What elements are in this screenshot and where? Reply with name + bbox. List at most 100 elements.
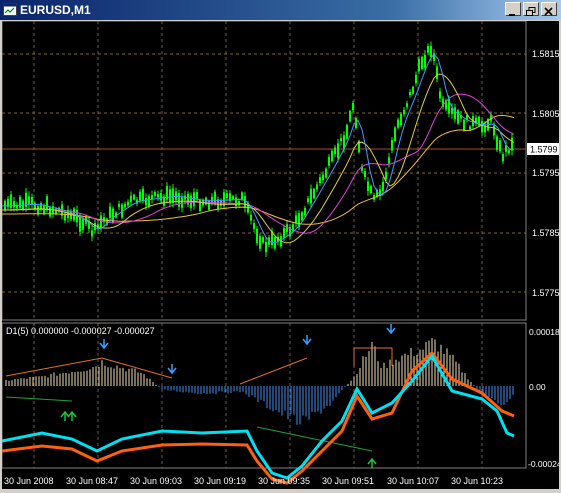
candle-body (496, 136, 498, 151)
candle-body (310, 188, 312, 204)
candle-body (295, 215, 297, 223)
candle-body (388, 157, 390, 164)
candle-body (151, 195, 153, 200)
candle-body (142, 188, 144, 201)
candle-body (127, 201, 129, 206)
chart-area[interactable]: 1.5815 1.5805 1.5795 1.5785 1.5775 1.579… (1, 20, 561, 489)
candle-body (322, 174, 324, 181)
candle-body (463, 119, 465, 131)
time-label: 30 Jun 09:19 (194, 476, 246, 486)
close-button[interactable] (541, 2, 557, 16)
candle-body (349, 111, 351, 122)
price-axis: 1.5815 1.5805 1.5795 1.5785 1.5775 1.579… (527, 49, 560, 298)
candle-body (130, 195, 132, 203)
close-icon (544, 7, 553, 16)
time-label: 30 Jun 09:03 (130, 476, 182, 486)
candle-body (175, 191, 177, 201)
candle-body (124, 203, 126, 208)
terminal-window: EURUSD,M1 1.5815 1.5805 1.5795 1.5785 1.… (0, 0, 561, 491)
candle-body (250, 214, 252, 221)
time-label: 30 Jun 08:47 (66, 476, 118, 486)
candle-body (91, 230, 93, 237)
minimize-button[interactable] (505, 2, 521, 16)
candle-body (418, 58, 420, 72)
candle-body (436, 66, 438, 79)
candle-body (262, 237, 264, 243)
price-panel-frame (1, 20, 527, 321)
candle-body (181, 197, 183, 208)
candle-body (133, 194, 135, 200)
candle-body (145, 198, 147, 206)
candle-body (364, 171, 366, 178)
window-title: EURUSD,M1 (20, 3, 91, 17)
candle-body (325, 168, 327, 178)
candle-body (439, 91, 441, 99)
indicator-header: D1(5) 0.000000 -0.000027 -0.000027 (6, 326, 155, 336)
candle-body (367, 181, 369, 191)
candle-body (412, 86, 414, 94)
candle-body (340, 138, 342, 142)
candle-body (409, 92, 411, 96)
candle-body (391, 140, 393, 151)
candle-body (382, 181, 384, 191)
candle-body (154, 192, 156, 196)
price-label: 1.5815 (532, 49, 559, 59)
chart-window-icon (3, 3, 17, 16)
restore-button[interactable] (523, 2, 539, 16)
candle-body (301, 212, 303, 221)
candle-body (400, 113, 402, 126)
indicator-axis-label: 0.00 (529, 382, 546, 392)
indicator-axis: 0.00018 0.00 -0.00024 (528, 327, 561, 469)
candle-body (394, 127, 396, 141)
candle-body (430, 45, 432, 58)
time-label: 30 Jun 10:07 (387, 476, 439, 486)
candle-body (220, 200, 222, 206)
candle-body (316, 184, 318, 190)
chart-canvas[interactable]: 1.5815 1.5805 1.5795 1.5785 1.5775 1.579… (1, 20, 561, 489)
candle-body (139, 191, 141, 201)
candle-body (385, 171, 387, 180)
candle-body (283, 227, 285, 238)
candle-body (13, 201, 15, 208)
candle-body (28, 196, 30, 205)
candle-body (118, 203, 120, 208)
candle-body (112, 208, 114, 222)
price-label: 1.5775 (532, 288, 559, 298)
candle-body (304, 207, 306, 216)
candle-body (259, 236, 261, 249)
candle-body (253, 223, 255, 229)
candle-body (499, 140, 501, 152)
candle-body (19, 196, 21, 208)
candle-body (421, 56, 423, 70)
candle-body (328, 156, 330, 166)
time-label: 30 Jun 2008 (4, 476, 54, 486)
candle-body (232, 196, 234, 200)
time-label: 30 Jun 09:51 (322, 476, 374, 486)
candle-body (109, 206, 111, 218)
candle-body (307, 198, 309, 202)
candle-body (511, 137, 513, 151)
candle-body (508, 150, 510, 154)
window-titlebar[interactable]: EURUSD,M1 (0, 0, 561, 20)
candle-body (427, 45, 429, 53)
candle-body (415, 74, 417, 84)
candle-body (46, 196, 48, 211)
time-label: 30 Jun 10:23 (451, 476, 503, 486)
candle-body (397, 119, 399, 128)
candle-body (265, 242, 267, 253)
time-axis: 30 Jun 2008 30 Jun 08:47 30 Jun 09:03 30… (4, 476, 503, 486)
candle-body (454, 107, 456, 119)
price-panel[interactable] (1, 20, 527, 321)
candle-body (406, 103, 408, 108)
candle-body (31, 196, 33, 205)
candle-body (493, 125, 495, 136)
candle-body (334, 147, 336, 155)
candle-body (169, 189, 171, 204)
candle-body (352, 102, 354, 111)
restore-icon (526, 7, 536, 16)
candle-body (244, 196, 246, 208)
candle-body (337, 143, 339, 158)
indicator-panel[interactable]: D1(5) 0.000000 -0.000027 -0.000027 (1, 322, 527, 485)
candle-body (313, 188, 315, 199)
minimize-icon (509, 14, 515, 16)
